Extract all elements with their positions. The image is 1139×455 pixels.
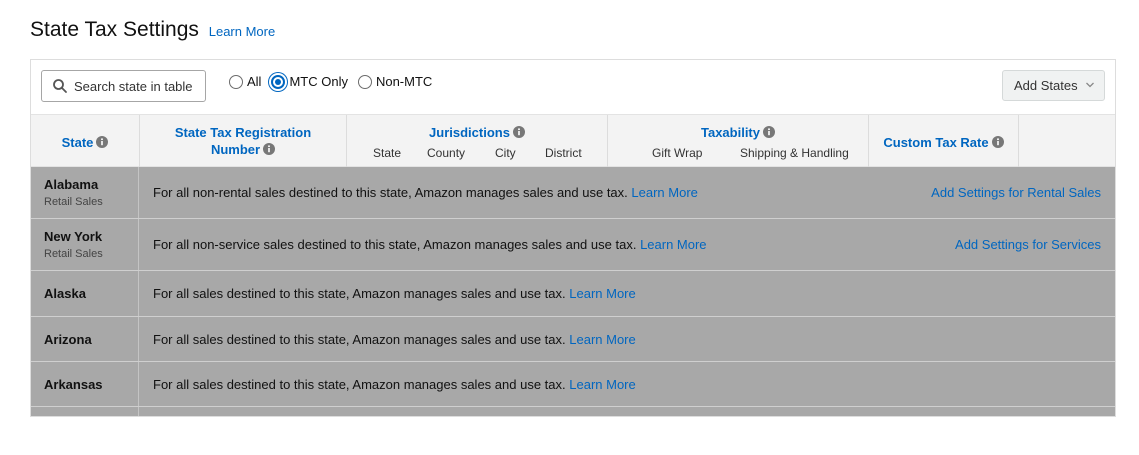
table-row: Arizona For all sales destined to this s… (31, 317, 1115, 362)
header-registration-cell: State Tax Registration Number (140, 115, 347, 167)
add-settings-rental-sales-link[interactable]: Add Settings for Rental Sales (931, 185, 1101, 200)
table-row: Alaska For all sales destined to this st… (31, 271, 1115, 317)
row-message: For all sales destined to this state, Am… (153, 332, 636, 347)
subcol-shipping-handling: Shipping & Handling (740, 146, 849, 160)
mtc-filter-radio-group: All MTC Only Non-MTC (229, 74, 442, 89)
page-title: State Tax Settings Learn More (30, 18, 275, 42)
state-name: Arizona (44, 332, 92, 347)
row-state-cell: Alabama Retail Sales (31, 167, 139, 218)
add-states-dropdown[interactable]: Add States (1002, 70, 1105, 101)
table-row: Alabama Retail Sales For all non-rental … (31, 167, 1115, 219)
row-message: For all sales destined to this state, Am… (153, 377, 636, 392)
row-state-cell: Arkansas (31, 362, 139, 406)
header-taxability[interactable]: Taxability (608, 124, 868, 141)
table-body: Alabama Retail Sales For all non-rental … (31, 167, 1115, 416)
search-icon (53, 79, 67, 93)
row-message-text: For all sales destined to this state, Am… (153, 332, 566, 347)
header-state-label: State (61, 135, 94, 150)
radio-mtc-only[interactable]: MTC Only (271, 74, 348, 89)
state-name: New York (44, 229, 103, 244)
row-message: For all non-rental sales destined to thi… (153, 185, 698, 200)
toolbar: Search state in table All MTC Only Non-M… (31, 60, 1115, 112)
row-message-text: For all non-rental sales destined to thi… (153, 185, 628, 200)
search-input[interactable]: Search state in table (41, 70, 206, 102)
row-message: For all sales destined to this state, Am… (153, 286, 636, 301)
row-state-cell: New York Retail Sales (31, 219, 139, 270)
table-header: State State Tax Registration Number Juri… (31, 114, 1115, 167)
chevron-down-icon (1086, 82, 1094, 88)
row-state-cell (31, 407, 139, 416)
radio-mtc-only-circle[interactable] (271, 74, 286, 89)
row-learn-more-link[interactable]: Learn More (569, 286, 635, 301)
row-learn-more-link[interactable]: Learn More (631, 185, 697, 200)
header-state[interactable]: State (31, 134, 139, 151)
page-title-text: State Tax Settings (30, 18, 199, 41)
info-icon[interactable] (263, 143, 276, 155)
table-row: Arkansas For all sales destined to this … (31, 362, 1115, 407)
radio-non-mtc-circle[interactable] (357, 74, 372, 89)
tax-settings-panel: Search state in table All MTC Only Non-M… (30, 59, 1116, 417)
radio-mtc-only-label: MTC Only (289, 74, 348, 89)
radio-all-circle[interactable] (229, 74, 243, 89)
state-tax-type: Retail Sales (44, 196, 103, 208)
row-message-text: For all sales destined to this state, Am… (153, 377, 566, 392)
header-registration[interactable]: State Tax Registration Number (140, 124, 346, 158)
add-settings-services-link[interactable]: Add Settings for Services (955, 237, 1101, 252)
header-custom-tax-rate-cell: Custom Tax Rate (869, 115, 1019, 167)
subcol-gift-wrap: Gift Wrap (652, 146, 703, 160)
subcol-district: District (545, 146, 582, 160)
row-state-cell: Alaska (31, 271, 139, 316)
radio-all-label: All (247, 74, 262, 89)
header-jurisdictions[interactable]: Jurisdictions (347, 124, 607, 141)
info-icon[interactable] (96, 136, 109, 148)
header-taxability-label: Taxability (700, 125, 760, 140)
add-states-label: Add States (1014, 78, 1078, 93)
row-learn-more-link[interactable]: Learn More (569, 332, 635, 347)
table-row-partial (31, 407, 1115, 416)
header-taxability-cell: Taxability Gift Wrap Shipping & Handling (608, 115, 869, 167)
header-jurisdictions-cell: Jurisdictions State County City District (347, 115, 608, 167)
row-message-text: For all sales destined to this state, Am… (153, 286, 566, 301)
header-jurisdictions-label: Jurisdictions (429, 125, 510, 140)
state-name: Alabama (44, 177, 99, 192)
state-name: Arkansas (44, 377, 103, 392)
subcol-county: County (427, 146, 466, 160)
header-custom-tax-rate[interactable]: Custom Tax Rate (869, 134, 1018, 151)
row-learn-more-link[interactable]: Learn More (640, 237, 706, 252)
search-placeholder: Search state in table (74, 78, 193, 94)
radio-non-mtc[interactable]: Non-MTC (357, 74, 433, 89)
info-icon[interactable] (991, 136, 1004, 148)
header-custom-tax-rate-label: Custom Tax Rate (883, 135, 989, 150)
info-icon[interactable] (512, 126, 525, 138)
header-registration-line2: Number (210, 142, 261, 157)
state-tax-type: Retail Sales (44, 248, 103, 260)
title-learn-more-link[interactable]: Learn More (209, 24, 275, 39)
info-icon[interactable] (763, 126, 775, 138)
subcol-city: City (495, 146, 516, 160)
subcol-state: State (373, 146, 402, 160)
row-message-text: For all non-service sales destined to th… (153, 237, 637, 252)
row-learn-more-link[interactable]: Learn More (569, 377, 635, 392)
row-message: For all non-service sales destined to th… (153, 237, 707, 252)
row-state-cell: Arizona (31, 317, 139, 361)
table-row: New York Retail Sales For all non-servic… (31, 219, 1115, 271)
header-state-cell: State (31, 115, 140, 167)
state-name: Alaska (44, 286, 86, 301)
header-registration-line1: State Tax Registration (174, 125, 312, 140)
radio-non-mtc-label: Non-MTC (375, 74, 433, 89)
radio-all[interactable]: All (229, 74, 261, 89)
